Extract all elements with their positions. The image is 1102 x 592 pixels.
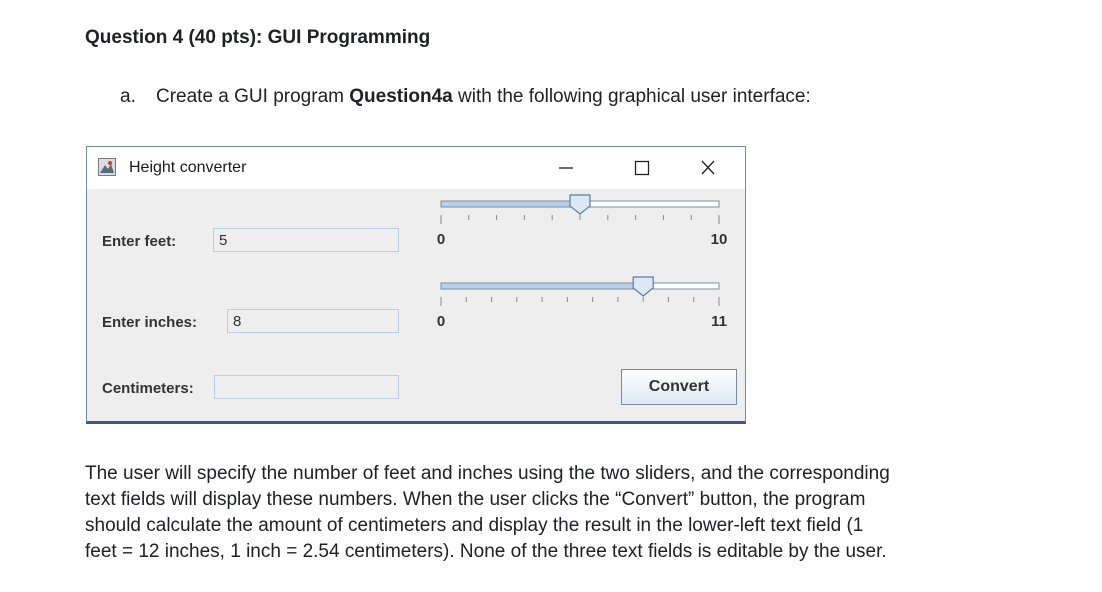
centimeters-label: Centimeters:	[102, 380, 194, 397]
paragraph-line: feet = 12 inches, 1 inch = 2.54 centimet…	[85, 541, 887, 562]
slider-thumb	[632, 276, 654, 297]
description-paragraph: The user will specify the number of feet…	[85, 461, 1045, 565]
slider-graphic: 0 10	[437, 194, 727, 248]
slider-graphic: 0 11	[437, 276, 727, 330]
slider-max-label: 11	[711, 313, 727, 330]
close-icon[interactable]	[693, 155, 723, 181]
question-heading: Question 4 (40 pts): GUI Programming	[85, 27, 431, 48]
inches-label: Enter inches:	[102, 314, 198, 331]
feet-slider[interactable]: 0 10	[437, 193, 727, 253]
question-item-a: a. Create a GUI program Question4a with t…	[120, 86, 811, 108]
inches-slider[interactable]: 0 11	[437, 275, 727, 335]
feet-field[interactable]: 5	[213, 228, 399, 252]
item-text-before: Create a GUI program	[156, 86, 350, 107]
window-titlebar[interactable]: Height converter	[87, 147, 745, 189]
slider-fill	[441, 283, 643, 289]
inches-field[interactable]: 8	[227, 309, 399, 333]
minimize-icon[interactable]	[551, 155, 581, 181]
item-text-after: with the following graphical user interf…	[452, 86, 811, 107]
maximize-icon[interactable]	[627, 155, 657, 181]
window-title: Height converter	[129, 159, 247, 176]
paragraph-line: text fields will display these numbers. …	[85, 489, 866, 510]
centimeters-field[interactable]	[214, 375, 399, 399]
slider-fill	[441, 201, 580, 207]
slider-min-label: 0	[437, 231, 445, 248]
java-app-icon	[98, 158, 116, 176]
paragraph-line: The user will specify the number of feet…	[85, 463, 890, 484]
slider-min-label: 0	[437, 313, 445, 330]
feet-label: Enter feet:	[102, 233, 177, 250]
item-marker: a.	[120, 86, 136, 107]
height-converter-window: Height converter Enter feet: 5 Enter inc…	[86, 146, 746, 424]
slider-max-label: 10	[711, 231, 728, 248]
slider-thumb	[569, 194, 591, 215]
item-program-name: Question4a	[349, 86, 453, 107]
convert-button[interactable]: Convert	[621, 369, 737, 405]
paragraph-line: should calculate the amount of centimete…	[85, 515, 864, 536]
